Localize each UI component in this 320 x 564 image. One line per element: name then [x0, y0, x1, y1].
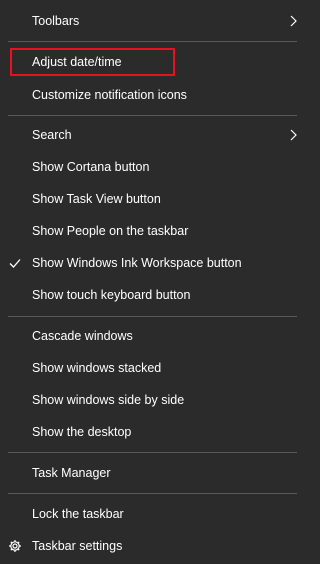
highlight-annotation-box — [10, 48, 175, 76]
menu-item-label: Show windows side by side — [32, 393, 185, 407]
gear-icon — [9, 540, 21, 552]
chevron-right-icon — [290, 129, 297, 141]
menu-separator — [8, 493, 297, 494]
menu-item-show-people[interactable]: Show People on the taskbar — [0, 216, 305, 246]
menu-item-taskbar-settings[interactable]: Taskbar settings — [0, 531, 305, 561]
menu-item-show-windows-side-by-side[interactable]: Show windows side by side — [0, 385, 305, 415]
menu-item-label: Customize notification icons — [32, 88, 187, 102]
menu-separator — [8, 452, 297, 453]
menu-item-label: Show People on the taskbar — [32, 224, 189, 238]
menu-item-label: Toolbars — [32, 14, 80, 28]
menu-separator — [8, 316, 297, 317]
menu-item-search[interactable]: Search — [0, 120, 305, 150]
menu-item-label: Show windows stacked — [32, 361, 162, 375]
menu-item-show-task-view-button[interactable]: Show Task View button — [0, 184, 305, 214]
menu-item-label: Search — [32, 128, 72, 142]
menu-item-toolbars[interactable]: Toolbars — [0, 6, 305, 36]
taskbar-context-menu: Toolbars Adjust date/time Customize noti… — [0, 0, 305, 564]
menu-item-label: Task Manager — [32, 466, 111, 480]
menu-item-show-cortana-button[interactable]: Show Cortana button — [0, 152, 305, 182]
menu-item-label: Cascade windows — [32, 329, 133, 343]
menu-item-label: Show Cortana button — [32, 160, 150, 174]
menu-item-show-touch-keyboard-button[interactable]: Show touch keyboard button — [0, 280, 305, 310]
menu-item-task-manager[interactable]: Task Manager — [0, 458, 305, 488]
menu-item-lock-the-taskbar[interactable]: Lock the taskbar — [0, 499, 305, 529]
menu-item-cascade-windows[interactable]: Cascade windows — [0, 321, 305, 351]
menu-item-show-windows-ink-workspace[interactable]: Show Windows Ink Workspace button — [0, 248, 305, 278]
menu-item-label: Lock the taskbar — [32, 507, 124, 521]
menu-item-customize-notification-icons[interactable]: Customize notification icons — [0, 80, 305, 110]
chevron-right-icon — [290, 15, 297, 27]
menu-item-label: Taskbar settings — [32, 539, 123, 553]
menu-item-show-the-desktop[interactable]: Show the desktop — [0, 417, 305, 447]
menu-item-label: Show the desktop — [32, 425, 132, 439]
checkmark-icon — [9, 259, 21, 268]
menu-item-label: Show touch keyboard button — [32, 288, 191, 302]
menu-separator — [8, 41, 297, 42]
menu-item-show-windows-stacked[interactable]: Show windows stacked — [0, 353, 305, 383]
menu-item-label: Show Windows Ink Workspace button — [32, 256, 242, 270]
menu-item-label: Show Task View button — [32, 192, 161, 206]
menu-separator — [8, 115, 297, 116]
